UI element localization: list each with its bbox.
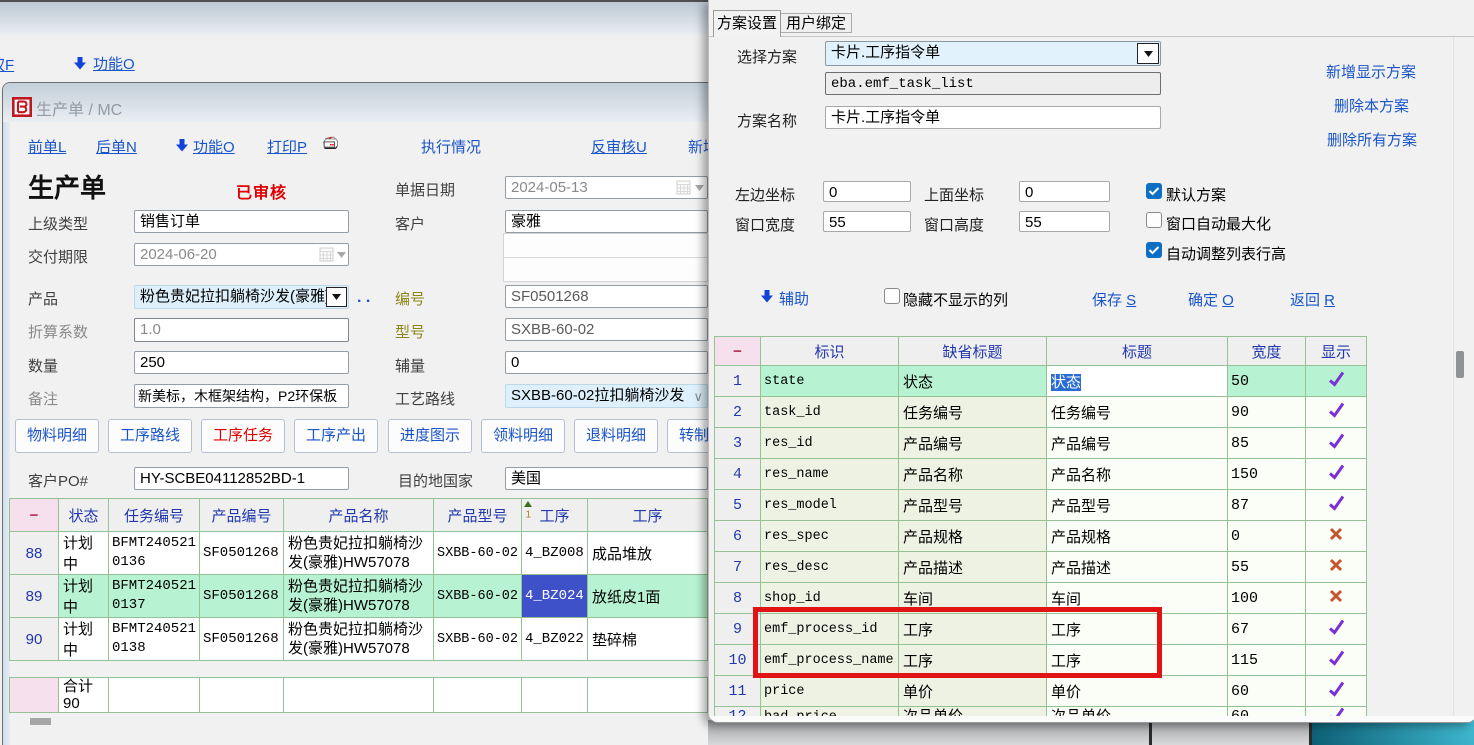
- svg-text:1: 1: [526, 510, 532, 519]
